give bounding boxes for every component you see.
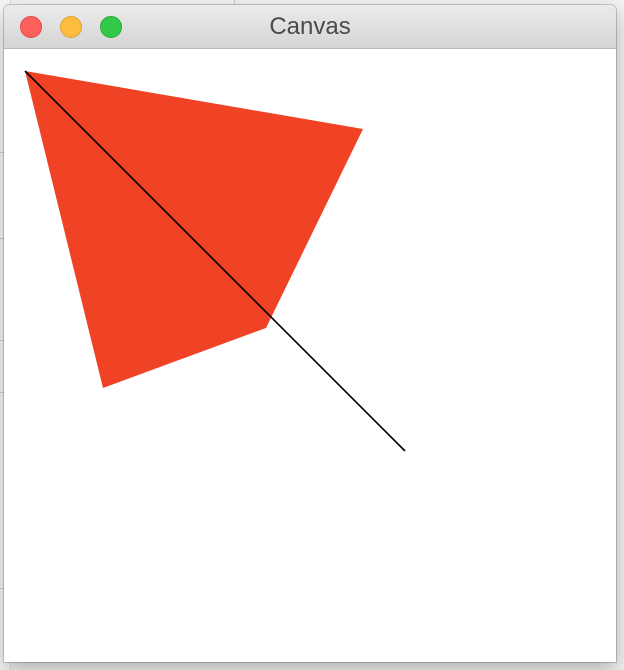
title-bar[interactable]: Canvas xyxy=(4,5,616,49)
red-quadrilateral-shape xyxy=(25,71,363,388)
canvas-drawing xyxy=(24,70,406,452)
drawing-canvas[interactable] xyxy=(4,49,616,662)
window-title: Canvas xyxy=(269,13,351,40)
canvas-window: Canvas xyxy=(4,5,616,662)
